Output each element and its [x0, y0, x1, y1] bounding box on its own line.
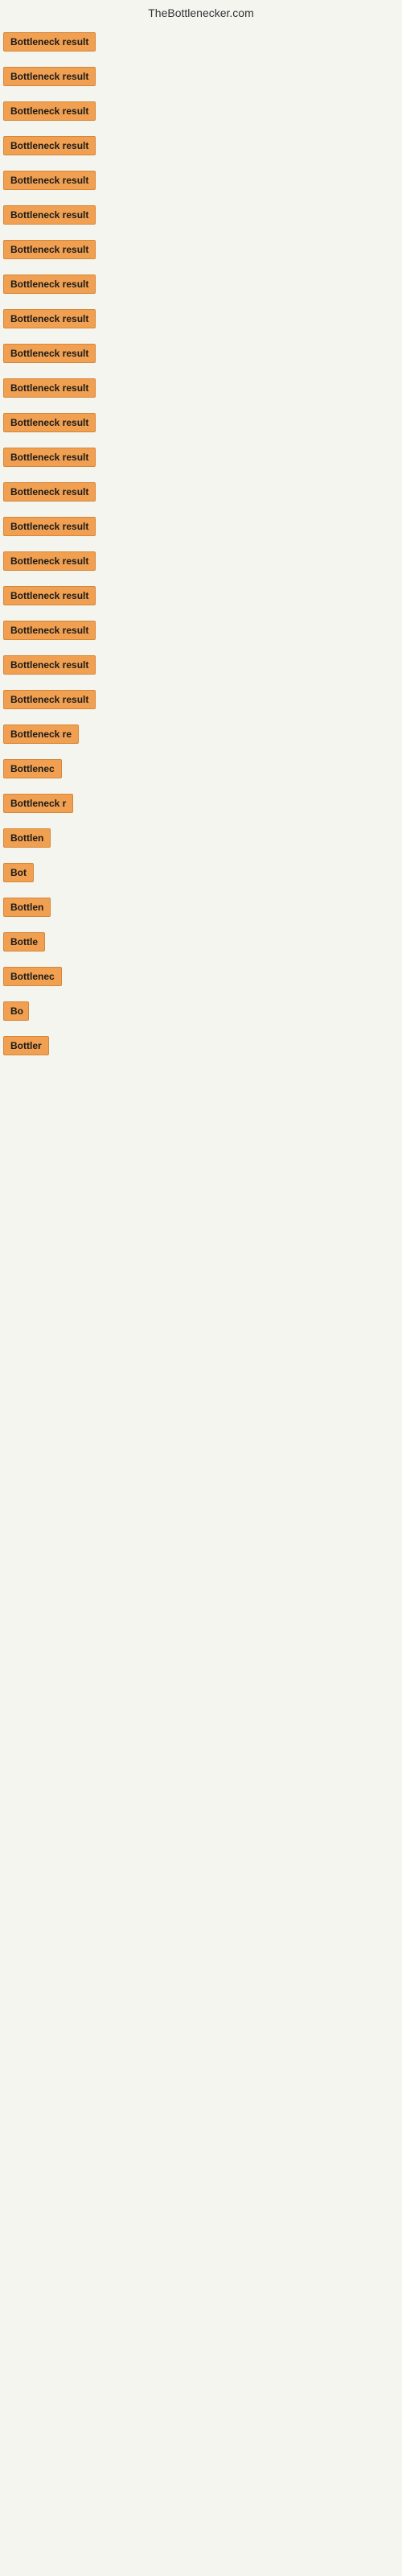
- bottleneck-row: Bottleneck result: [3, 578, 399, 613]
- bottleneck-row: Bottleneck result: [3, 370, 399, 405]
- bottleneck-badge[interactable]: Bottleneck result: [3, 517, 96, 536]
- bottleneck-row: Bottleneck result: [3, 163, 399, 197]
- bottleneck-badge[interactable]: Bo: [3, 1001, 29, 1021]
- bottleneck-badge[interactable]: Bottlen: [3, 898, 51, 917]
- bottleneck-badge[interactable]: Bottlen: [3, 828, 51, 848]
- bottleneck-badge[interactable]: Bottleneck result: [3, 275, 96, 294]
- bottleneck-badge[interactable]: Bottleneck result: [3, 101, 96, 121]
- bottleneck-row: Bottle: [3, 924, 399, 959]
- bottleneck-badge[interactable]: Bottleneck result: [3, 344, 96, 363]
- bottleneck-badge[interactable]: Bottleneck result: [3, 448, 96, 467]
- bottleneck-row: Bottleneck result: [3, 266, 399, 301]
- bottleneck-badge[interactable]: Bottleneck result: [3, 621, 96, 640]
- bottleneck-badge[interactable]: Bot: [3, 863, 34, 882]
- bottleneck-badge[interactable]: Bottlenec: [3, 967, 62, 986]
- page-wrapper: TheBottlenecker.com Bottleneck resultBot…: [0, 0, 402, 1064]
- bottleneck-badge[interactable]: Bottle: [3, 932, 45, 952]
- bottleneck-badge[interactable]: Bottleneck result: [3, 690, 96, 709]
- bottleneck-row: Bottleneck result: [3, 128, 399, 163]
- bottleneck-badge[interactable]: Bottleneck result: [3, 413, 96, 432]
- bottleneck-badge[interactable]: Bottleneck result: [3, 67, 96, 86]
- bottleneck-row: Bottleneck result: [3, 336, 399, 370]
- bottleneck-row: Bottleneck result: [3, 647, 399, 682]
- bottleneck-row: Bottleneck result: [3, 24, 399, 59]
- bottleneck-row: Bot: [3, 855, 399, 890]
- bottleneck-badge[interactable]: Bottleneck result: [3, 482, 96, 502]
- bottleneck-row: Bottleneck result: [3, 405, 399, 440]
- bottleneck-badge[interactable]: Bottleneck result: [3, 32, 96, 52]
- bottleneck-badge[interactable]: Bottleneck result: [3, 240, 96, 259]
- bottleneck-badge[interactable]: Bottleneck result: [3, 586, 96, 605]
- bottleneck-row: Bottleneck result: [3, 59, 399, 93]
- items-container: Bottleneck result Bottleneck result Bottle…: [0, 23, 402, 1064]
- bottleneck-row: Bottlen: [3, 820, 399, 855]
- bottleneck-badge[interactable]: Bottleneck r: [3, 794, 73, 813]
- bottleneck-row: Bottleneck result: [3, 197, 399, 232]
- bottleneck-row: Bottlenec: [3, 751, 399, 786]
- site-title: TheBottlenecker.com: [0, 0, 402, 23]
- bottleneck-badge[interactable]: Bottler: [3, 1036, 49, 1055]
- bottleneck-badge[interactable]: Bottleneck re: [3, 724, 79, 744]
- bottleneck-row: Bottleneck result: [3, 232, 399, 266]
- bottleneck-row: Bottlenec: [3, 959, 399, 993]
- bottleneck-row: Bottleneck result: [3, 301, 399, 336]
- bottleneck-row: Bo: [3, 993, 399, 1028]
- bottleneck-badge[interactable]: Bottlenec: [3, 759, 62, 778]
- bottleneck-badge[interactable]: Bottleneck result: [3, 378, 96, 398]
- bottleneck-row: Bottleneck result: [3, 613, 399, 647]
- bottleneck-row: Bottlen: [3, 890, 399, 924]
- bottleneck-row: Bottleneck result: [3, 509, 399, 543]
- bottleneck-row: Bottleneck re: [3, 716, 399, 751]
- bottleneck-badge[interactable]: Bottleneck result: [3, 309, 96, 328]
- bottleneck-row: Bottleneck result: [3, 93, 399, 128]
- bottleneck-badge[interactable]: Bottleneck result: [3, 205, 96, 225]
- bottleneck-badge[interactable]: Bottleneck result: [3, 136, 96, 155]
- bottleneck-badge[interactable]: Bottleneck result: [3, 655, 96, 675]
- bottleneck-row: Bottleneck result: [3, 474, 399, 509]
- bottleneck-badge[interactable]: Bottleneck result: [3, 551, 96, 571]
- bottleneck-row: Bottleneck result: [3, 682, 399, 716]
- bottleneck-row: Bottleneck r: [3, 786, 399, 820]
- bottleneck-row: Bottleneck result: [3, 440, 399, 474]
- bottleneck-row: Bottleneck result: [3, 543, 399, 578]
- bottleneck-row: Bottler: [3, 1028, 399, 1063]
- bottleneck-badge[interactable]: Bottleneck result: [3, 171, 96, 190]
